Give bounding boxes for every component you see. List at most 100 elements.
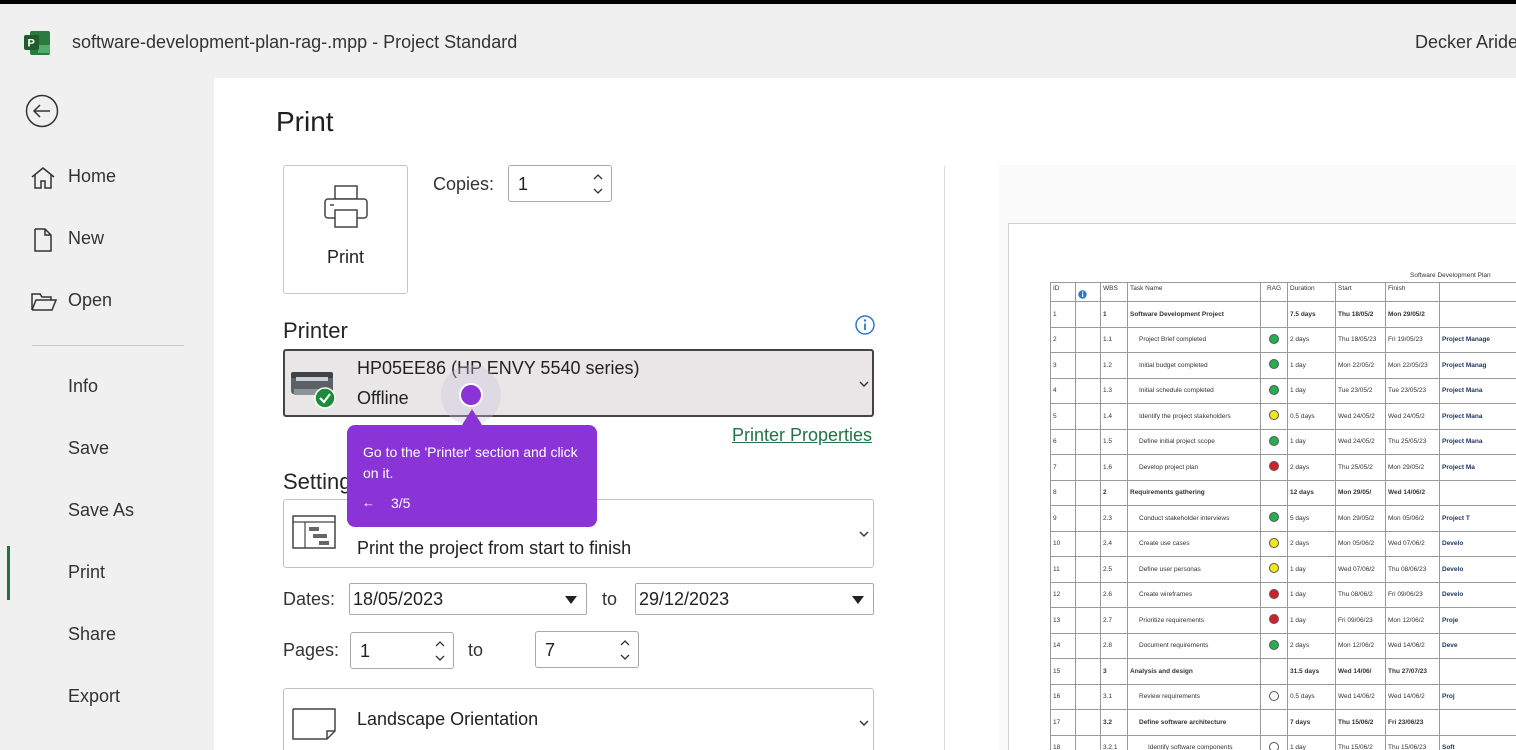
col-task-name: Task Name — [1127, 282, 1261, 302]
cell-indicators — [1075, 581, 1101, 608]
rag-status-dot — [1269, 690, 1279, 701]
cell-duration: 5 days — [1287, 505, 1336, 532]
cell-id: 8 — [1050, 479, 1076, 506]
cell-finish: Mon 12/06/2 — [1385, 607, 1440, 634]
page-from-stepper[interactable]: 1 — [350, 632, 454, 669]
cell-indicators — [1075, 709, 1101, 736]
nav-open[interactable]: Open — [0, 278, 214, 324]
col-duration: Duration — [1287, 282, 1336, 302]
cell-indicators — [1075, 352, 1101, 379]
gantt-row: 7 1.6 Develop project plan 2 days Thu 25/05/… — [1050, 454, 1516, 481]
cell-rag — [1260, 709, 1288, 736]
page-to-stepper[interactable]: 7 — [535, 631, 639, 668]
gantt-row: 11 2.5 Define user personas 1 day Wed 07/06/… — [1050, 556, 1516, 583]
nav-home[interactable]: Home — [0, 154, 214, 200]
gantt-bar-label: Soft — [1442, 744, 1455, 750]
stepper-arrows-icon[interactable] — [591, 168, 605, 200]
cell-gantt-bar: Project Manage — [1439, 326, 1516, 353]
cell-rag — [1260, 632, 1288, 659]
gantt-bar-label: Proje — [1442, 616, 1459, 624]
cell-gantt-bar — [1439, 658, 1516, 685]
cell-start: Wed 14/06/2 — [1335, 683, 1386, 710]
cell-duration: 1 day — [1287, 377, 1336, 404]
cell-gantt-bar: Proje — [1439, 607, 1516, 634]
user-name[interactable]: Decker Aride — [1415, 32, 1516, 53]
col-indicators — [1075, 282, 1101, 302]
gantt-row: 18 3.2.1 Identify software components 1 day… — [1050, 734, 1516, 750]
gantt-row: 5 1.4 Identify the project stakeholders 0.5… — [1050, 403, 1516, 430]
rag-status-dot — [1269, 410, 1279, 421]
cell-start: Thu 18/05/23 — [1335, 326, 1386, 353]
tooltip-text: Go to the 'Printer' section and click on… — [363, 444, 578, 481]
cell-start: Thu 15/06/2 — [1335, 709, 1386, 736]
cell-rag — [1260, 581, 1288, 608]
nav-export[interactable]: Export — [0, 674, 214, 720]
guide-tooltip: Go to the 'Printer' section and click on… — [347, 425, 597, 527]
pages-label: Pages: — [283, 640, 340, 660]
cell-gantt-bar: Project Mana — [1439, 377, 1516, 404]
cell-wbs: 1.4 — [1100, 403, 1128, 430]
chevron-down-icon — [859, 720, 869, 726]
hotspot-beacon[interactable] — [459, 383, 483, 407]
cell-wbs: 1.2 — [1100, 352, 1128, 379]
cell-finish: Wed 14/06/2 — [1385, 479, 1440, 506]
stepper-arrows-icon[interactable] — [618, 634, 632, 666]
cell-id: 10 — [1050, 530, 1076, 557]
nav-save[interactable]: Save — [0, 426, 214, 472]
preview-page: Software Development Plan ID WBS Task Na… — [1008, 223, 1516, 750]
cell-wbs: 3 — [1100, 658, 1128, 685]
cell-rag — [1260, 658, 1288, 685]
cell-duration: 1 day — [1287, 607, 1336, 634]
nav-print[interactable]: Print — [0, 550, 214, 596]
cell-duration: 1 day — [1287, 352, 1336, 379]
cell-wbs: 2.8 — [1100, 632, 1128, 659]
gantt-bar-label: Deve — [1442, 642, 1458, 650]
cell-gantt-bar: Project T — [1439, 505, 1516, 532]
cell-rag — [1260, 352, 1288, 379]
cell-wbs: 2.4 — [1100, 530, 1128, 557]
cell-duration: 2 days — [1287, 530, 1336, 557]
cell-wbs: 1.5 — [1100, 428, 1128, 455]
cell-rag — [1260, 428, 1288, 455]
nav-save-label: Save — [68, 438, 110, 458]
cell-id: 18 — [1050, 734, 1076, 750]
copies-stepper[interactable]: 1 — [508, 165, 612, 202]
cell-indicators — [1075, 301, 1101, 328]
nav-share[interactable]: Share — [0, 612, 214, 658]
cell-duration: 0.5 days — [1287, 683, 1336, 710]
cell-finish: Mon 29/05/2 — [1385, 301, 1440, 328]
gantt-bar-label: Develo — [1442, 540, 1464, 548]
cell-indicators — [1075, 403, 1101, 430]
orientation-dropdown[interactable]: Landscape Orientation — [283, 688, 874, 750]
rag-status-dot — [1269, 563, 1279, 574]
cell-gantt-bar: Develo — [1439, 556, 1516, 583]
stepper-arrows-icon[interactable] — [433, 635, 447, 667]
end-date-value: 29/12/2023 — [639, 589, 730, 609]
cell-start: Thu 18/05/2 — [1335, 301, 1386, 328]
end-date-combo[interactable]: 29/12/2023 — [635, 583, 874, 615]
cell-finish: Fri 09/06/23 — [1385, 581, 1440, 608]
project-logo-icon: P — [24, 31, 50, 55]
nav-share-label: Share — [68, 624, 117, 644]
cell-finish: Thu 15/06/23 — [1385, 734, 1440, 750]
printer-dropdown[interactable]: HP05EE86 (HP ENVY 5540 series) Offline — [283, 349, 874, 417]
print-button[interactable]: Print — [283, 165, 408, 294]
info-icon[interactable] — [854, 314, 876, 336]
nav-save-as[interactable]: Save As — [0, 488, 214, 534]
chevron-down-icon — [859, 381, 869, 387]
printer-properties-link[interactable]: Printer Properties — [732, 425, 872, 446]
cell-id: 13 — [1050, 607, 1076, 634]
nav-info[interactable]: Info — [0, 364, 214, 410]
cell-indicators — [1075, 607, 1101, 634]
cell-task-name: Prioritize requirements — [1127, 607, 1261, 634]
nav-new[interactable]: New — [0, 216, 214, 262]
cell-id: 12 — [1050, 581, 1076, 608]
cell-id: 6 — [1050, 428, 1076, 455]
back-arrow-icon[interactable] — [25, 94, 61, 130]
cell-finish: Wed 14/06/2 — [1385, 683, 1440, 710]
cell-gantt-bar: Project Ma — [1439, 454, 1516, 481]
tooltip-back-arrow-icon[interactable]: ← — [362, 495, 375, 510]
print-preview[interactable]: Software Development Plan ID WBS Task Na… — [999, 165, 1516, 750]
cell-wbs: 1.6 — [1100, 454, 1128, 481]
start-date-combo[interactable]: 18/05/2023 — [349, 583, 587, 615]
